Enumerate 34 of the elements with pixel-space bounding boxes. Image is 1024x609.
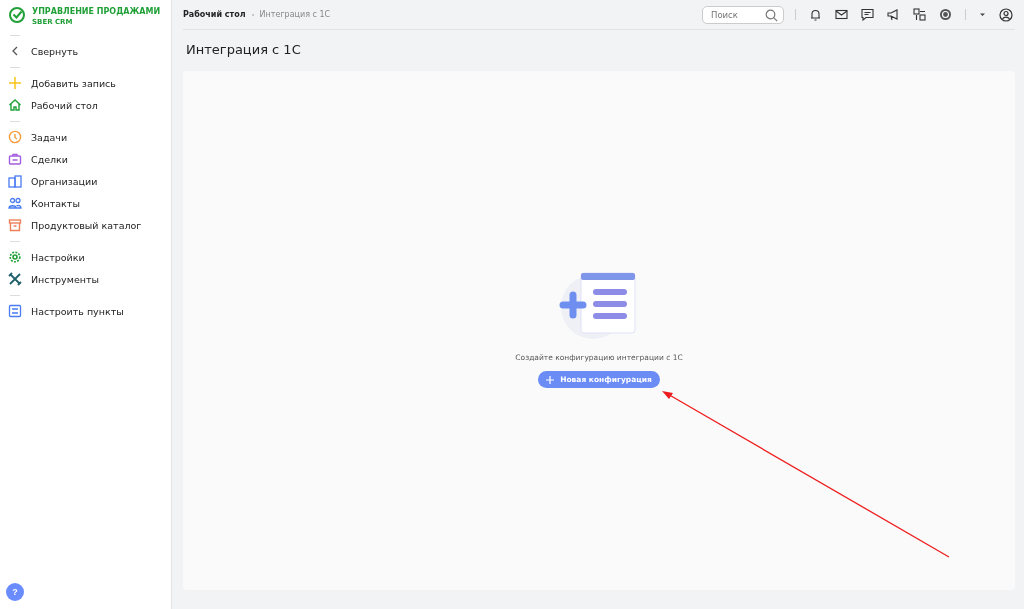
sidebar-item[interactable]: Настроить пункты	[0, 300, 171, 322]
user-icon[interactable]	[999, 7, 1013, 22]
gear-icon	[8, 250, 22, 264]
search-field[interactable]: Поиск	[702, 5, 784, 24]
search-icon	[765, 8, 778, 22]
tools-icon	[8, 272, 22, 286]
brand-title: УПРАВЛЕНИЕ ПРОДАЖАМИ	[32, 7, 161, 16]
sidebar-item[interactable]: Контакты	[0, 192, 171, 214]
chat-icon[interactable]	[861, 8, 874, 21]
people-icon	[8, 196, 22, 210]
page-title: Интеграция с 1С	[186, 42, 302, 57]
logo-icon	[8, 6, 26, 24]
plus-icon	[546, 375, 555, 384]
sidebar-item[interactable]: Настройки	[0, 246, 171, 268]
breadcrumb-link[interactable]: Рабочий стол	[183, 10, 246, 19]
sidebar-item[interactable]: Свернуть	[0, 40, 171, 62]
sidebar-item[interactable]: Рабочий стол	[0, 94, 171, 116]
home-icon	[8, 98, 22, 112]
clock-icon	[8, 130, 22, 144]
sidebar-item[interactable]: Инструменты	[0, 268, 171, 290]
sidebar-item[interactable]: Организации	[0, 170, 171, 192]
buildings-icon	[8, 174, 22, 188]
sidebar-item[interactable]: Задачи	[0, 126, 171, 148]
caret-icon[interactable]	[979, 11, 986, 18]
mail-icon[interactable]	[835, 8, 848, 21]
sidebar-item[interactable]: Добавить запись	[0, 72, 171, 94]
briefcase-icon	[8, 152, 22, 166]
bell-icon[interactable]	[809, 8, 822, 21]
megaphone-icon[interactable]	[887, 8, 900, 21]
grid-icon[interactable]	[913, 8, 926, 21]
plus-icon	[8, 76, 22, 90]
sidebar-item[interactable]: Сделки	[0, 148, 171, 170]
box-icon	[8, 218, 22, 232]
sidebar-item[interactable]: Продуктовый каталог	[0, 214, 171, 236]
